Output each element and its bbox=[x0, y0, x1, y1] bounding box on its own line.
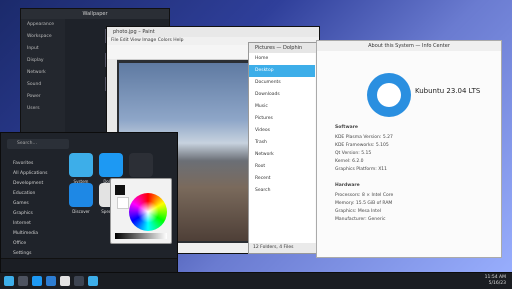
os-name: Kubuntu 23.04 LTS bbox=[415, 87, 481, 95]
taskbar: 11:54 AM 5/16/23 bbox=[0, 272, 512, 289]
sidebar-item[interactable]: Users bbox=[21, 103, 65, 115]
category-item[interactable]: Development bbox=[1, 179, 59, 189]
hardware-line: Graphics: Mesa Intel bbox=[335, 209, 381, 214]
task-icon[interactable] bbox=[60, 276, 70, 286]
launcher-footer bbox=[1, 258, 177, 273]
sidebar-item[interactable]: Input bbox=[21, 43, 65, 55]
place-item[interactable]: Search bbox=[249, 185, 315, 197]
software-line: Qt Version: 5.15 bbox=[335, 151, 372, 156]
sidebar-item[interactable]: Power bbox=[21, 91, 65, 103]
window-titlebar[interactable]: About this System — Info Center bbox=[317, 41, 501, 51]
sidebar-item[interactable]: Sound bbox=[21, 79, 65, 91]
sidebar-item[interactable]: Appearance bbox=[21, 19, 65, 31]
place-item-selected[interactable]: Desktop bbox=[249, 65, 315, 77]
place-item[interactable]: Music bbox=[249, 101, 315, 113]
place-item[interactable]: Documents bbox=[249, 77, 315, 89]
sidebar-item[interactable]: Workspace bbox=[21, 31, 65, 43]
sidebar-item[interactable]: Network bbox=[21, 67, 65, 79]
hardware-line: Memory: 15.5 GiB of RAM bbox=[335, 201, 393, 206]
date: 5/16/23 bbox=[488, 281, 506, 286]
software-line: Kernel: 6.2.0 bbox=[335, 159, 364, 164]
software-line: KDE Plasma Version: 5.27 bbox=[335, 135, 393, 140]
app-tile[interactable]: Konsole bbox=[129, 153, 153, 184]
place-item[interactable]: Pictures bbox=[249, 113, 315, 125]
value-slider[interactable] bbox=[115, 233, 167, 239]
task-icon[interactable] bbox=[88, 276, 98, 286]
category-item[interactable]: All Applications bbox=[1, 169, 59, 179]
color-wheel[interactable] bbox=[129, 193, 167, 231]
category-item[interactable]: Internet bbox=[1, 219, 59, 229]
category-item[interactable]: Education bbox=[1, 189, 59, 199]
category-item[interactable]: Multimedia bbox=[1, 229, 59, 239]
window-titlebar[interactable]: Wallpaper bbox=[21, 9, 169, 19]
task-icon[interactable] bbox=[46, 276, 56, 286]
place-item[interactable]: Downloads bbox=[249, 89, 315, 101]
section-software: Software bbox=[335, 125, 358, 130]
app-tile[interactable]: System Settings bbox=[69, 153, 93, 189]
color-swatch[interactable] bbox=[117, 197, 129, 209]
about-content: Kubuntu 23.04 LTS Software KDE Plasma Ve… bbox=[317, 51, 501, 257]
place-item[interactable]: Root bbox=[249, 161, 315, 173]
sidebar-item[interactable]: Display bbox=[21, 55, 65, 67]
task-icon[interactable] bbox=[32, 276, 42, 286]
category-item[interactable]: Graphics bbox=[1, 209, 59, 219]
task-icon[interactable] bbox=[74, 276, 84, 286]
app-tile[interactable]: Dolphin bbox=[99, 153, 123, 184]
category-item[interactable]: Office bbox=[1, 239, 59, 249]
place-item[interactable]: Network bbox=[249, 149, 315, 161]
distro-logo bbox=[367, 73, 411, 117]
clock[interactable]: 11:54 AM 5/16/23 bbox=[472, 275, 506, 287]
software-line: KDE Frameworks: 5.105 bbox=[335, 143, 389, 148]
window-titlebar[interactable]: photo.jpg – Paint bbox=[107, 27, 319, 37]
category-item[interactable]: Favorites bbox=[1, 159, 59, 169]
launcher-categories: Favorites All Applications Development E… bbox=[1, 159, 59, 259]
start-icon[interactable] bbox=[4, 276, 14, 286]
place-item[interactable]: Trash bbox=[249, 137, 315, 149]
task-icon[interactable] bbox=[18, 276, 28, 286]
hardware-line: Manufacturer: Generic bbox=[335, 217, 386, 222]
hardware-line: Processors: 8 × Intel Core bbox=[335, 193, 394, 198]
color-picker-popup bbox=[110, 178, 172, 244]
category-item[interactable]: Games bbox=[1, 199, 59, 209]
place-item[interactable]: Videos bbox=[249, 125, 315, 137]
section-hardware: Hardware bbox=[335, 183, 360, 188]
places-sidebar: Home Desktop Documents Downloads Music P… bbox=[249, 53, 316, 243]
about-window: About this System — Info Center Kubuntu … bbox=[316, 40, 502, 258]
software-line: Graphics Platform: X11 bbox=[335, 167, 388, 172]
app-tile[interactable]: Discover bbox=[69, 183, 93, 214]
launcher-search[interactable]: Search… bbox=[7, 139, 69, 149]
color-swatch[interactable] bbox=[115, 185, 125, 195]
place-item[interactable]: Recent bbox=[249, 173, 315, 185]
app-label: Discover bbox=[72, 209, 90, 214]
place-item[interactable]: Home bbox=[249, 53, 315, 65]
